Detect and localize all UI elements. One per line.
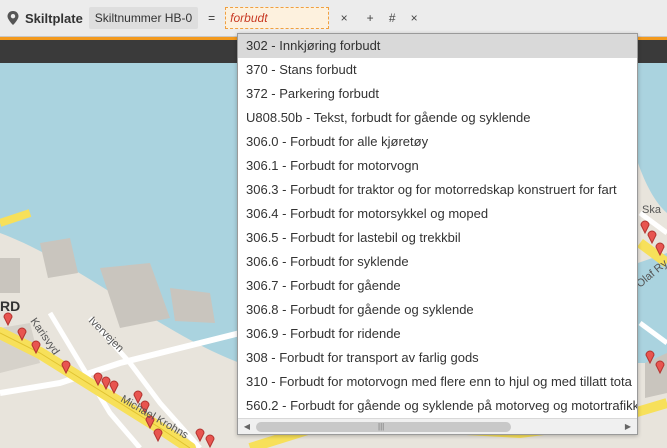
operator-selector[interactable]: =	[208, 11, 215, 25]
map-label-district: RD	[0, 298, 20, 314]
list-item[interactable]: 308 - Forbudt for transport av farlig go…	[238, 346, 637, 370]
list-item[interactable]: 306.9 - Forbudt for ridende	[238, 322, 637, 346]
autocomplete-list: 302 - Innkjøring forbudt 370 - Stans for…	[238, 34, 637, 418]
list-item[interactable]: 302 - Innkjøring forbudt	[238, 34, 637, 58]
list-item[interactable]: 306.3 - Forbudt for traktor og for motor…	[238, 178, 637, 202]
remove-filter-button[interactable]: ×	[403, 11, 425, 25]
scroll-right-icon[interactable]: ▶	[623, 422, 633, 432]
layer-name[interactable]: Skiltplate	[25, 11, 83, 26]
clear-value-button[interactable]: ×	[333, 11, 355, 25]
list-item[interactable]: 310 - Forbudt for motorvogn med flere en…	[238, 370, 637, 394]
grip-icon: |||	[378, 422, 385, 431]
scrollbar-thumb[interactable]: |||	[256, 422, 511, 432]
list-item[interactable]: 306.6 - Forbudt for syklende	[238, 250, 637, 274]
autocomplete-dropdown[interactable]: 302 - Innkjøring forbudt 370 - Stans for…	[237, 33, 638, 435]
list-item[interactable]: 560.2 - Forbudt for gående og syklende p…	[238, 394, 637, 418]
field-selector[interactable]: Skiltnummer HB-0	[88, 7, 199, 29]
list-item[interactable]: 306.5 - Forbudt for lastebil og trekkbil	[238, 226, 637, 250]
list-item[interactable]: 306.4 - Forbudt for motorsykkel og moped	[238, 202, 637, 226]
list-item[interactable]: 306.7 - Forbudt for gående	[238, 274, 637, 298]
hash-button[interactable]: #	[381, 11, 403, 25]
map-label-street: Ska	[642, 204, 662, 216]
add-value-button[interactable]: +	[359, 11, 381, 25]
scroll-left-icon[interactable]: ◀	[242, 422, 252, 432]
filter-bar: Skiltplate Skiltnummer HB-0 = forbudt × …	[0, 0, 667, 37]
list-item[interactable]: 306.1 - Forbudt for motorvogn	[238, 154, 637, 178]
list-item[interactable]: U808.50b - Tekst, forbudt for gående og …	[238, 106, 637, 130]
list-item[interactable]: 306.0 - Forbudt for alle kjøretøy	[238, 130, 637, 154]
horizontal-scrollbar[interactable]: ◀ ||| ▶	[238, 418, 637, 434]
list-item[interactable]: 306.8 - Forbudt for gående og syklende	[238, 298, 637, 322]
list-item[interactable]: 372 - Parkering forbudt	[238, 82, 637, 106]
filter-value-input[interactable]: forbudt	[225, 7, 330, 29]
map-pin-icon	[7, 11, 19, 25]
list-item[interactable]: 370 - Stans forbudt	[238, 58, 637, 82]
